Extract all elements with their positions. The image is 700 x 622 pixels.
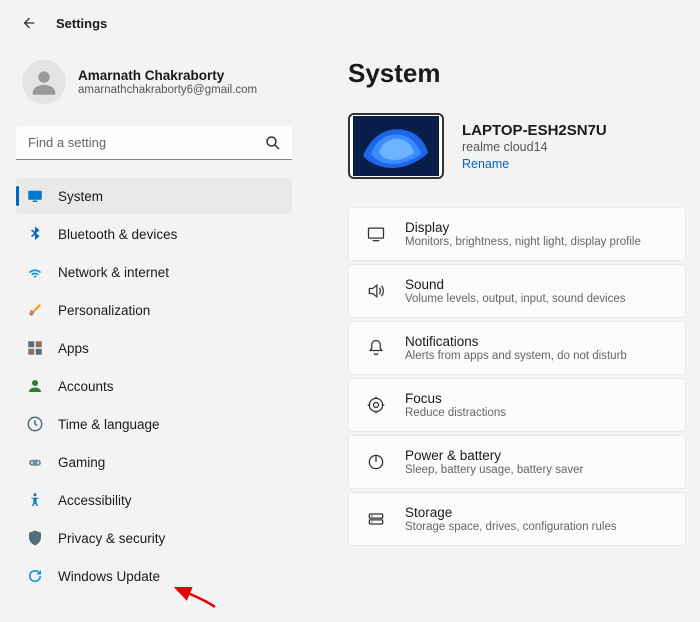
sidebar-item-accessibility[interactable]: Accessibility [16, 482, 292, 518]
storage-icon [365, 508, 387, 530]
clock-icon [26, 415, 44, 433]
sidebar-item-privacy[interactable]: Privacy & security [16, 520, 292, 556]
person-icon [26, 377, 44, 395]
setting-power[interactable]: Power & battery Sleep, battery usage, ba… [348, 435, 686, 489]
device-wallpaper-thumbnail [348, 113, 444, 179]
system-icon [26, 187, 44, 205]
app-title: Settings [56, 16, 107, 31]
user-account-block[interactable]: Amarnath Chakraborty amarnathchakraborty… [16, 42, 292, 126]
sidebar-item-label: Personalization [58, 303, 150, 318]
sidebar-item-time-language[interactable]: Time & language [16, 406, 292, 442]
rename-link[interactable]: Rename [462, 157, 607, 171]
gamepad-icon [26, 453, 44, 471]
setting-label: Display [405, 220, 641, 235]
paintbrush-icon [26, 301, 44, 319]
sidebar-item-label: Accessibility [58, 493, 132, 508]
sidebar-item-bluetooth[interactable]: Bluetooth & devices [16, 216, 292, 252]
sidebar-item-label: Windows Update [58, 569, 160, 584]
sidebar-item-accounts[interactable]: Accounts [16, 368, 292, 404]
search-input[interactable] [16, 126, 292, 160]
setting-desc: Storage space, drives, configuration rul… [405, 521, 617, 533]
power-icon [365, 451, 387, 473]
sidebar-item-label: Network & internet [58, 265, 169, 280]
setting-focus[interactable]: Focus Reduce distractions [348, 378, 686, 432]
setting-desc: Sleep, battery usage, battery saver [405, 464, 583, 476]
sidebar-item-windows-update[interactable]: Windows Update [16, 558, 292, 594]
focus-icon [365, 394, 387, 416]
setting-label: Power & battery [405, 448, 583, 463]
wifi-icon [26, 263, 44, 281]
sidebar-item-label: Bluetooth & devices [58, 227, 177, 242]
back-button[interactable] [20, 14, 38, 32]
back-arrow-icon [21, 15, 37, 31]
sidebar-item-label: Privacy & security [58, 531, 165, 546]
user-email: amarnathchakraborty6@gmail.com [78, 84, 257, 96]
shield-icon [26, 529, 44, 547]
setting-sound[interactable]: Sound Volume levels, output, input, soun… [348, 264, 686, 318]
setting-desc: Alerts from apps and system, do not dist… [405, 350, 627, 362]
sidebar-item-label: Apps [58, 341, 89, 356]
setting-desc: Volume levels, output, input, sound devi… [405, 293, 626, 305]
bluetooth-icon [26, 225, 44, 243]
setting-desc: Reduce distractions [405, 407, 506, 419]
setting-display[interactable]: Display Monitors, brightness, night ligh… [348, 207, 686, 261]
sidebar-item-label: Accounts [58, 379, 114, 394]
sidebar-item-apps[interactable]: Apps [16, 330, 292, 366]
sidebar-item-label: Time & language [58, 417, 160, 432]
sidebar-item-label: System [58, 189, 103, 204]
sidebar-item-system[interactable]: System [16, 178, 292, 214]
sidebar-item-network[interactable]: Network & internet [16, 254, 292, 290]
user-name: Amarnath Chakraborty [78, 68, 257, 83]
sidebar-item-gaming[interactable]: Gaming [16, 444, 292, 480]
update-icon [26, 567, 44, 585]
avatar [22, 60, 66, 104]
sidebar-item-label: Gaming [58, 455, 105, 470]
setting-notifications[interactable]: Notifications Alerts from apps and syste… [348, 321, 686, 375]
setting-label: Focus [405, 391, 506, 406]
setting-label: Storage [405, 505, 617, 520]
setting-label: Sound [405, 277, 626, 292]
display-icon [365, 223, 387, 245]
device-name: LAPTOP-ESH2SN7U [462, 122, 607, 139]
setting-desc: Monitors, brightness, night light, displ… [405, 236, 641, 248]
device-model: realme cloud14 [462, 140, 607, 154]
accessibility-icon [26, 491, 44, 509]
setting-label: Notifications [405, 334, 627, 349]
page-title: System [348, 58, 686, 89]
apps-icon [26, 339, 44, 357]
sound-icon [365, 280, 387, 302]
bell-icon [365, 337, 387, 359]
sidebar-item-personalization[interactable]: Personalization [16, 292, 292, 328]
device-summary: LAPTOP-ESH2SN7U realme cloud14 Rename [348, 113, 686, 179]
setting-storage[interactable]: Storage Storage space, drives, configura… [348, 492, 686, 546]
